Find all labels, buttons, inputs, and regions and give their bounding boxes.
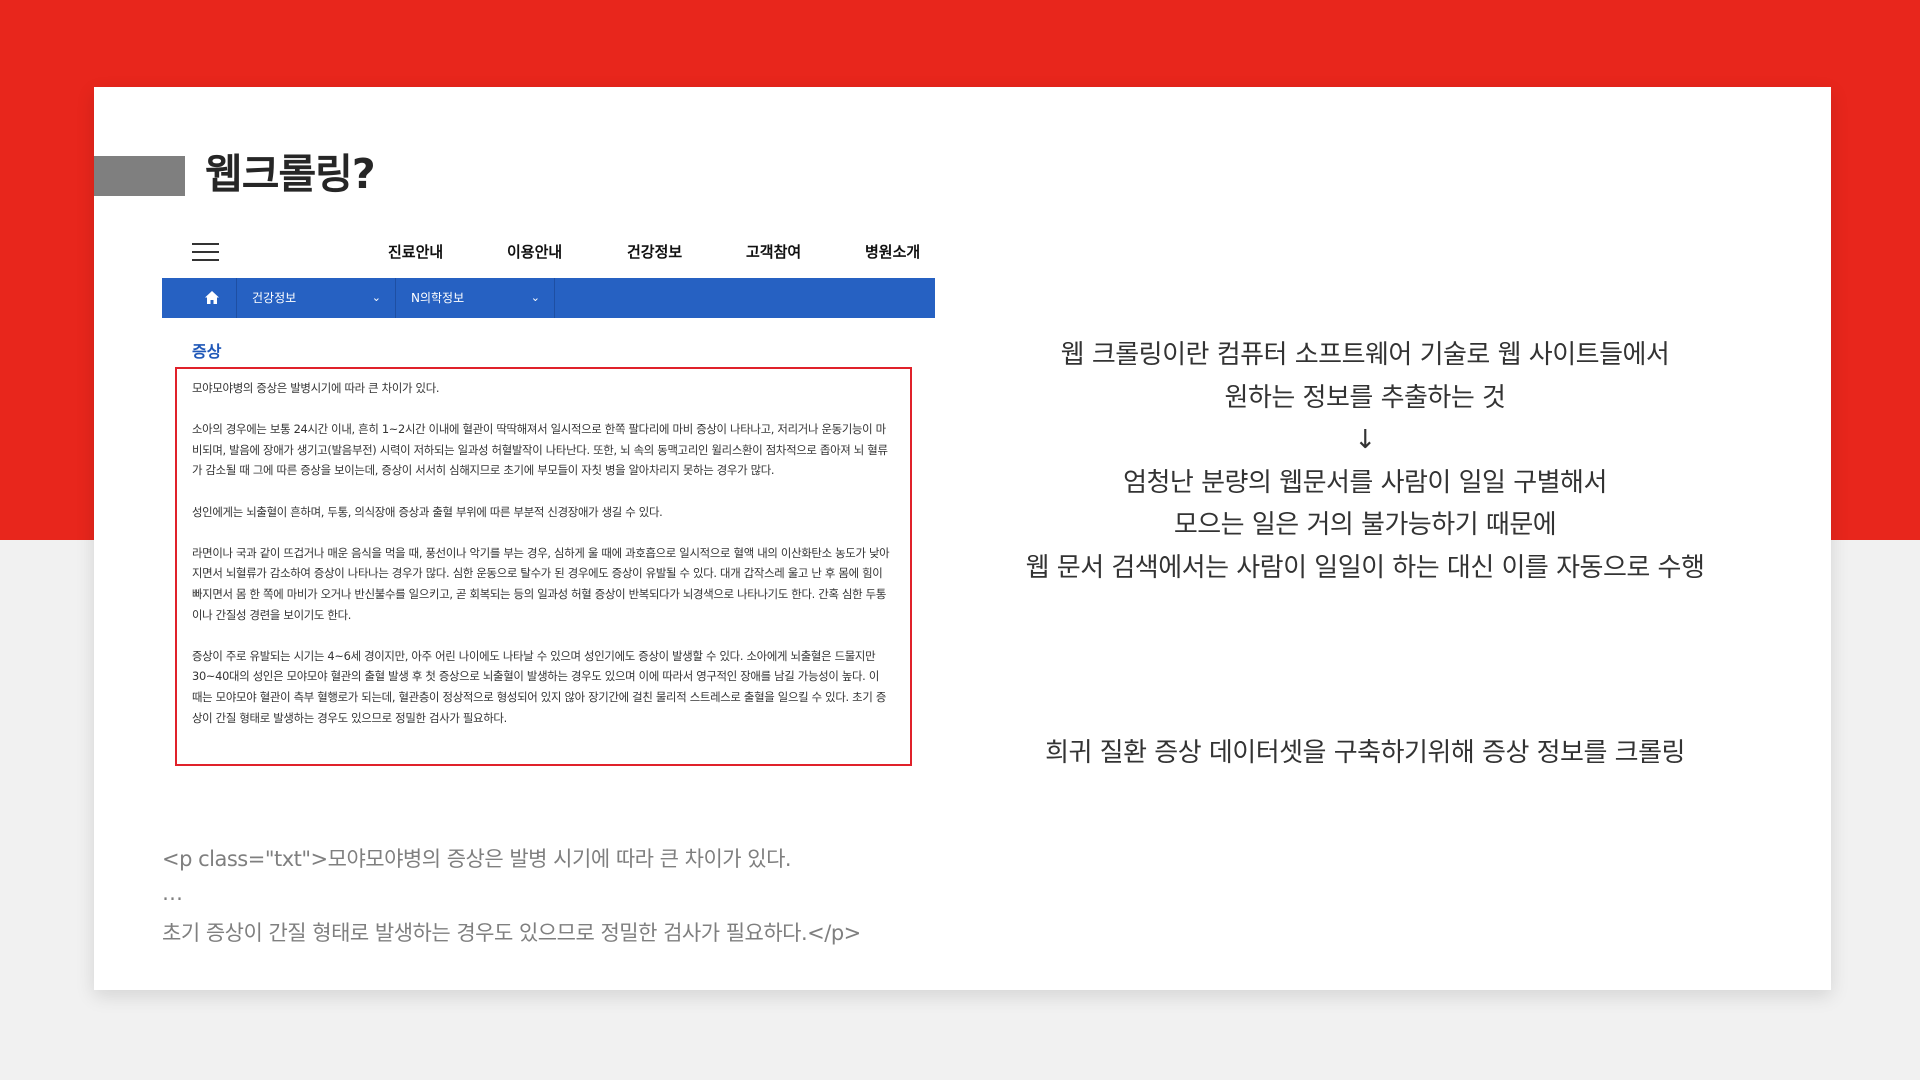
nav-item-about-hospital[interactable]: 병원소개 xyxy=(865,241,920,262)
paragraph: 라면이나 국과 같이 뜨겁거나 매운 음식을 먹을 때, 풍선이나 악기를 부는… xyxy=(192,545,890,622)
nav-item-usage-guide[interactable]: 이용안내 xyxy=(507,241,562,262)
nav-item-clinic-guide[interactable]: 진료안내 xyxy=(388,241,443,262)
chevron-down-icon: ⌄ xyxy=(371,291,381,304)
paragraph: 모야모야병의 증상은 발병시기에 따라 큰 차이가 있다. xyxy=(192,381,440,395)
explanation-line: 웹 크롤링이란 컴퓨터 소프트웨어 기술로 웹 사이트들에서 xyxy=(1060,340,1670,370)
explanation-line: 모으는 일은 거의 불가능하기 때문에 xyxy=(1173,510,1557,540)
home-button[interactable] xyxy=(192,278,237,318)
paragraph: 성인에게는 뇌출혈이 흔하며, 두통, 의식장애 증상과 출혈 부위에 따른 부… xyxy=(192,504,663,519)
code-ellipsis: … xyxy=(162,881,183,905)
nav-item-customer[interactable]: 고객참여 xyxy=(746,241,801,262)
breadcrumb-health-info-dropdown[interactable]: 건강정보 ⌄ xyxy=(237,278,396,318)
website-screenshot: 진료안내 이용안내 건강정보 고객참여 병원소개 건강정보 ⌄ N의학정보 ⌄ … xyxy=(162,232,935,772)
code-line: 초기 증상이 간질 형태로 발생하는 경우도 있으므로 정밀한 검사가 필요하다… xyxy=(162,921,861,945)
summary-text: 희귀 질환 증상 데이터셋을 구축하기위해 증상 정보를 크롤링 xyxy=(1045,738,1685,768)
paragraph: 소아의 경우에는 보통 24시간 이내, 흔히 1~2시간 이내에 혈관이 딱딱… xyxy=(192,422,888,478)
chevron-down-icon: ⌄ xyxy=(530,291,540,304)
title-accent-bar xyxy=(94,156,185,196)
breadcrumb-medical-info-dropdown[interactable]: N의학정보 ⌄ xyxy=(396,278,555,318)
section-title: 증상 xyxy=(192,342,222,361)
code-line: <p class="txt">모야모야병의 증상은 발병 시기에 따라 큰 차이… xyxy=(162,847,792,871)
breadcrumb-label: 건강정보 xyxy=(252,291,297,305)
explanation-line: 웹 문서 검색에서는 사람이 일일이 하는 대신 이를 자동으로 수행 xyxy=(1025,552,1705,583)
home-icon xyxy=(205,291,219,304)
nav-item-health-info[interactable]: 건강정보 xyxy=(627,241,682,262)
explanation-line: 원하는 정보를 추출하는 것 xyxy=(1224,382,1506,413)
paragraph: 증상이 주로 유발되는 시기는 4~6세 경이지만, 아주 어린 나이에도 나타… xyxy=(192,648,887,725)
explanation-line: 엄청난 분량의 웹문서를 사람이 일일 구별해서 xyxy=(1123,467,1607,498)
highlighted-content-box: 모야모야병의 증상은 발병시기에 따라 큰 차이가 있다. 소아의 경우에는 보… xyxy=(175,367,912,766)
hamburger-menu-icon[interactable] xyxy=(192,241,219,263)
crawling-explanation: 웹 크롤링이란 컴퓨터 소프트웨어 기술로 웹 사이트들에서 원하는 정보를 추… xyxy=(1005,334,1725,589)
breadcrumb-label: N의학정보 xyxy=(411,291,465,305)
slide-title: 웹크롤링? xyxy=(205,150,376,198)
breadcrumb: 건강정보 ⌄ N의학정보 ⌄ xyxy=(162,278,935,318)
down-arrow: ↓ xyxy=(1354,425,1376,455)
symptom-text: 모야모야병의 증상은 발병시기에 따라 큰 차이가 있다. 소아의 경우에는 보… xyxy=(192,378,892,749)
